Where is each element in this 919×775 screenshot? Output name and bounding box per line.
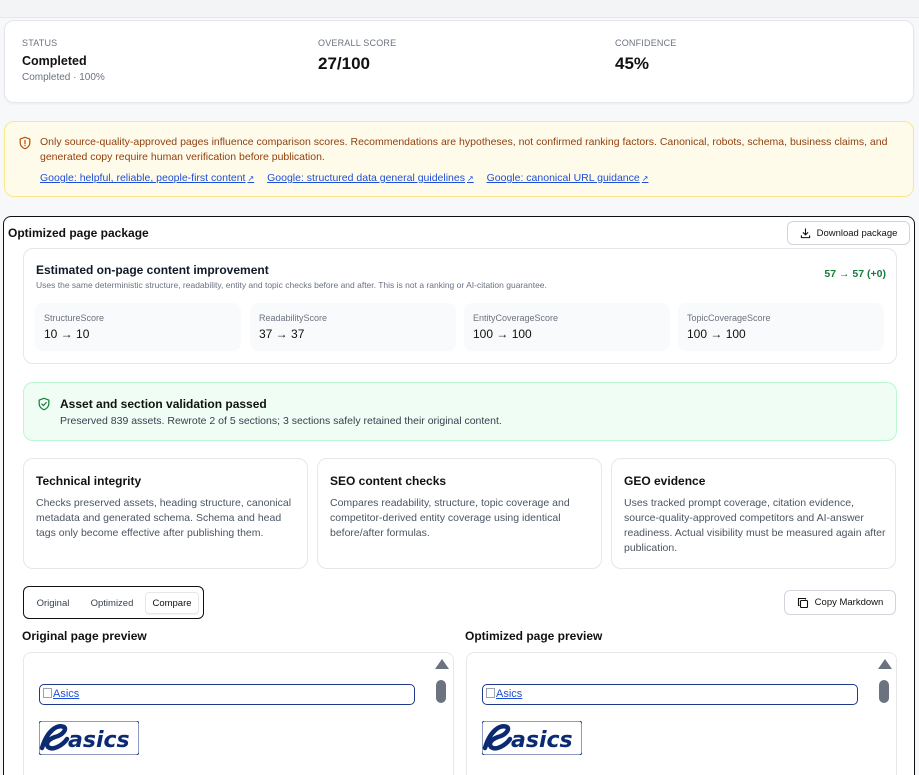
- broken-image-icon: [43, 688, 52, 698]
- overall-score-stat: OVERALL SCORE 27/100: [318, 38, 396, 74]
- broken-image-icon: [486, 688, 495, 698]
- tab-optimized[interactable]: Optimized: [83, 592, 141, 614]
- card-text: Uses tracked prompt coverage, citation e…: [624, 497, 886, 554]
- broken-image-alt[interactable]: Asics: [482, 684, 858, 705]
- optimized-preview-title: Optimized page preview: [465, 629, 603, 643]
- copy-markdown-label: Copy Markdown: [814, 597, 884, 608]
- metric-value: 10 → 10: [44, 327, 90, 341]
- geo-evidence-card: GEO evidence Uses tracked prompt coverag…: [611, 458, 896, 569]
- asics-logo: asics: [39, 721, 139, 755]
- confidence-value: 45%: [615, 54, 650, 73]
- link-structured-data-label: Google: structured data general guidelin…: [267, 172, 465, 184]
- logo-wordmark: asics: [68, 728, 130, 753]
- scroll-up-icon[interactable]: [435, 659, 449, 669]
- copy-icon: [797, 597, 808, 608]
- link-helpful-content-label: Google: helpful, reliable, people-first …: [40, 172, 246, 184]
- status-label: STATUS: [22, 38, 58, 48]
- shield-alert-icon: [19, 136, 31, 150]
- external-link-icon: ↗: [247, 174, 255, 183]
- improvement-description: Uses the same deterministic structure, r…: [36, 280, 547, 290]
- link-canonical-url[interactable]: Google: canonical URL guidance ↗: [487, 172, 649, 184]
- view-mode-tabs: Original Optimized Compare: [23, 586, 204, 619]
- metric-label: EntityCoverageScore: [473, 313, 559, 323]
- status-summary-card: STATUS Completed Completed · 100% OVERAL…: [4, 20, 914, 103]
- top-bar: [0, 0, 919, 18]
- scroll-up-icon[interactable]: [878, 659, 892, 669]
- metric-label: StructureScore: [44, 313, 105, 323]
- overall-score-value: 27/100: [318, 54, 370, 73]
- metric-readability: ReadabilityScore 37 → 37: [250, 303, 456, 351]
- tab-compare[interactable]: Compare: [145, 592, 199, 614]
- metric-label: TopicCoverageScore: [687, 313, 771, 323]
- card-title: SEO content checks: [330, 474, 447, 488]
- metric-label: ReadabilityScore: [259, 313, 328, 323]
- logo-wordmark: asics: [511, 728, 573, 753]
- image-alt-text: Asics: [496, 688, 523, 700]
- confidence-stat: CONFIDENCE 45%: [615, 38, 677, 74]
- overall-score-label: OVERALL SCORE: [318, 38, 397, 48]
- link-helpful-content[interactable]: Google: helpful, reliable, people-first …: [40, 172, 254, 184]
- download-package-button[interactable]: Download package: [787, 221, 910, 245]
- status-subtext: Completed · 100%: [22, 72, 105, 83]
- external-link-icon: ↗: [641, 174, 649, 183]
- improvement-title: Estimated on-page content improvement: [36, 263, 269, 277]
- link-structured-data[interactable]: Google: structured data general guidelin…: [267, 172, 474, 184]
- preview-scrollbar[interactable]: [434, 653, 449, 775]
- content-improvement-card: Estimated on-page content improvement Us…: [23, 248, 897, 364]
- card-text: Compares readability, structure, topic c…: [330, 497, 570, 539]
- technical-integrity-card: Technical integrity Checks preserved ass…: [23, 458, 308, 569]
- optimized-page-preview[interactable]: Asics asics: [466, 652, 897, 775]
- link-canonical-url-label: Google: canonical URL guidance: [486, 172, 640, 184]
- confidence-label: CONFIDENCE: [615, 38, 677, 48]
- metric-value: 100 → 100: [473, 327, 532, 341]
- metric-entity-coverage: EntityCoverageScore 100 → 100: [464, 303, 670, 351]
- status-value: Completed: [22, 54, 87, 68]
- scroll-thumb[interactable]: [436, 680, 446, 703]
- original-page-preview[interactable]: Asics asics: [23, 652, 454, 775]
- guidance-links: Google: helpful, reliable, people-first …: [40, 172, 658, 184]
- package-title: Optimized page package: [8, 226, 149, 240]
- broken-image-alt[interactable]: Asics: [39, 684, 415, 705]
- tab-original[interactable]: Original: [29, 592, 77, 614]
- preview-scrollbar[interactable]: [877, 653, 892, 775]
- seo-content-checks-card: SEO content checks Compares readability,…: [317, 458, 602, 569]
- shield-check-icon: [38, 397, 50, 411]
- download-icon: [800, 227, 810, 238]
- card-title: Technical integrity: [36, 474, 142, 488]
- optimized-page-package: Optimized page package Download package …: [3, 216, 915, 775]
- validation-description: Preserved 839 assets. Rewrote 2 of 5 sec…: [60, 415, 502, 427]
- metric-value: 37 → 37: [259, 327, 305, 341]
- image-alt-text: Asics: [53, 688, 80, 700]
- copy-markdown-button[interactable]: Copy Markdown: [784, 590, 896, 615]
- external-link-icon: ↗: [466, 174, 474, 183]
- card-text: Checks preserved assets, heading structu…: [36, 497, 292, 539]
- evidence-cards: Technical integrity Checks preserved ass…: [23, 458, 897, 569]
- warning-text: Only source-quality-approved pages influ…: [40, 136, 888, 163]
- metric-structure: StructureScore 10 → 10: [35, 303, 241, 351]
- verification-warning: Only source-quality-approved pages influ…: [4, 121, 914, 197]
- validation-passed-banner: Asset and section validation passed Pres…: [23, 382, 897, 441]
- scroll-thumb[interactable]: [879, 680, 889, 703]
- metric-value: 100 → 100: [687, 327, 746, 341]
- validation-title: Asset and section validation passed: [60, 397, 267, 411]
- card-title: GEO evidence: [624, 474, 706, 488]
- metric-topic-coverage: TopicCoverageScore 100 → 100: [678, 303, 884, 351]
- status-stat: STATUS Completed Completed · 100%: [22, 38, 105, 83]
- download-package-label: Download package: [816, 227, 898, 239]
- asics-logo: asics: [482, 721, 582, 755]
- original-preview-title: Original page preview: [22, 629, 147, 643]
- score-delta: 57 → 57 (+0): [824, 268, 886, 280]
